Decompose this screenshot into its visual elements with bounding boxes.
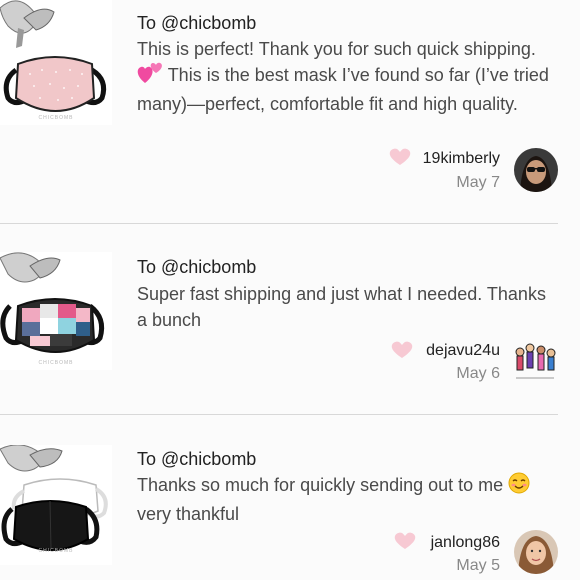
review-recipient[interactable]: To @chicbomb (137, 449, 256, 470)
heart-icon[interactable] (389, 148, 411, 166)
product-thumbnail-patchwork-mask[interactable]: CHICBOMB (0, 252, 112, 370)
review-text-part: Thanks so much for quickly sending out t… (137, 475, 504, 495)
review-text: This is perfect! Thank you for such quic… (137, 36, 557, 117)
reviewer-username[interactable]: dejavu24u (426, 342, 500, 360)
review-text-part: very thankful (137, 504, 240, 524)
two-hearts-emoji-icon (137, 62, 163, 91)
review-text: Thanks so much for quickly sending out t… (137, 472, 557, 527)
review-date: May 5 (456, 557, 500, 574)
thumbnail-brand-label: CHICBOMB (38, 548, 74, 554)
review-text: Super fast shipping and just what I need… (137, 284, 546, 330)
avatar[interactable] (514, 148, 558, 192)
review-card-1: CHICBOMB To @chicbomb This is perfect! T… (0, 0, 580, 223)
avatar[interactable] (512, 340, 558, 384)
thumbnail-brand-label: CHICBOMB (38, 360, 74, 366)
product-thumbnail-pink-mask[interactable]: CHICBOMB (0, 0, 112, 125)
review-date: May 7 (456, 174, 500, 191)
review-text-part: This is perfect! Thank you for such quic… (137, 39, 536, 59)
review-card-3: CHICBOMB To @chicbomb Thanks so much for… (0, 415, 580, 580)
reviewer-username[interactable]: 19kimberly (423, 150, 500, 168)
heart-icon[interactable] (394, 532, 416, 550)
mask-photo (0, 252, 112, 370)
avatar[interactable] (514, 530, 558, 574)
review-text-part: This is the best mask I’ve found so far … (137, 65, 549, 114)
thumbnail-brand-label: CHICBOMB (38, 115, 74, 121)
reviewer-username[interactable]: janlong86 (431, 534, 500, 552)
smiling-blush-emoji-icon (508, 472, 530, 501)
review-recipient[interactable]: To @chicbomb (137, 257, 256, 278)
mask-photo (0, 445, 112, 565)
review-card-2: CHICBOMB To @chicbomb Super fast shippin… (0, 224, 580, 414)
mask-photo (0, 0, 112, 125)
review-recipient[interactable]: To @chicbomb (137, 13, 256, 34)
heart-icon[interactable] (391, 341, 413, 359)
review-date: May 6 (456, 365, 500, 382)
product-thumbnail-black-white-mask[interactable]: CHICBOMB (0, 445, 112, 565)
